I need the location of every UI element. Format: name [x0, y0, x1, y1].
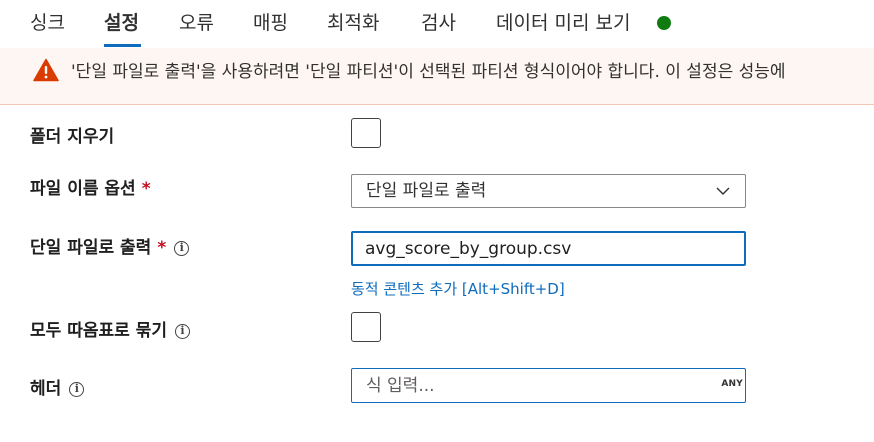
tab-errors[interactable]: 오류	[179, 10, 214, 36]
info-icon[interactable]: i	[174, 241, 190, 256]
info-icon[interactable]: i	[174, 324, 190, 339]
clear-folder-checkbox[interactable]	[351, 118, 381, 148]
quote-all-checkbox[interactable]	[351, 312, 381, 342]
file-name-option-label-text: 파일 이름 옵션	[30, 179, 136, 199]
tab-bar: 싱크 설정 오류 매핑 최적화 검사 데이터 미리 보기	[0, 0, 874, 48]
required-mark: *	[141, 179, 151, 199]
file-name-option-value: 단일 파일로 출력	[366, 181, 487, 201]
add-dynamic-content-link[interactable]: 동적 콘텐츠 추가 [Alt+Shift+D]	[351, 278, 565, 300]
file-name-option-label: 파일 이름 옵션 *	[30, 177, 151, 201]
tab-inspect[interactable]: 검사	[421, 10, 456, 36]
header-label: 헤더 i	[30, 377, 85, 401]
tab-optimize[interactable]: 최적화	[327, 10, 379, 36]
warning-banner: '단일 파일로 출력'을 사용하려면 '단일 파티션'이 선택된 파티션 형식이…	[0, 48, 874, 105]
header-label-text: 헤더	[30, 379, 62, 399]
any-type-badge: ANY	[721, 379, 743, 389]
warning-triangle-icon	[33, 58, 59, 82]
header-expression-field[interactable]: ANY	[351, 368, 746, 403]
header-expression-input[interactable]	[366, 373, 716, 399]
tab-settings[interactable]: 설정	[104, 10, 139, 36]
active-tab-indicator	[104, 44, 141, 47]
quote-all-label-text: 모두 따옴표로 묶기	[30, 321, 167, 341]
tab-mapping[interactable]: 매핑	[253, 10, 288, 36]
output-single-file-label: 단일 파일로 출력 * i	[30, 236, 190, 260]
quote-all-label: 모두 따옴표로 묶기 i	[30, 319, 190, 343]
output-single-file-field[interactable]	[351, 231, 746, 266]
status-dot-icon	[657, 16, 671, 30]
info-icon[interactable]: i	[69, 382, 85, 397]
clear-folder-label-text: 폴더 지우기	[30, 127, 115, 147]
warning-message: '단일 파일로 출력'을 사용하려면 '단일 파티션'이 선택된 파티션 형식이…	[71, 62, 786, 82]
tab-data-preview[interactable]: 데이터 미리 보기	[496, 10, 630, 36]
chevron-down-icon	[716, 187, 730, 195]
required-mark: *	[157, 238, 167, 258]
file-name-option-select[interactable]: 단일 파일로 출력	[351, 174, 746, 208]
output-single-file-label-text: 단일 파일로 출력	[30, 238, 152, 258]
clear-folder-label: 폴더 지우기	[30, 125, 114, 149]
output-single-file-input[interactable]	[365, 236, 735, 262]
tab-sink[interactable]: 싱크	[30, 10, 65, 36]
